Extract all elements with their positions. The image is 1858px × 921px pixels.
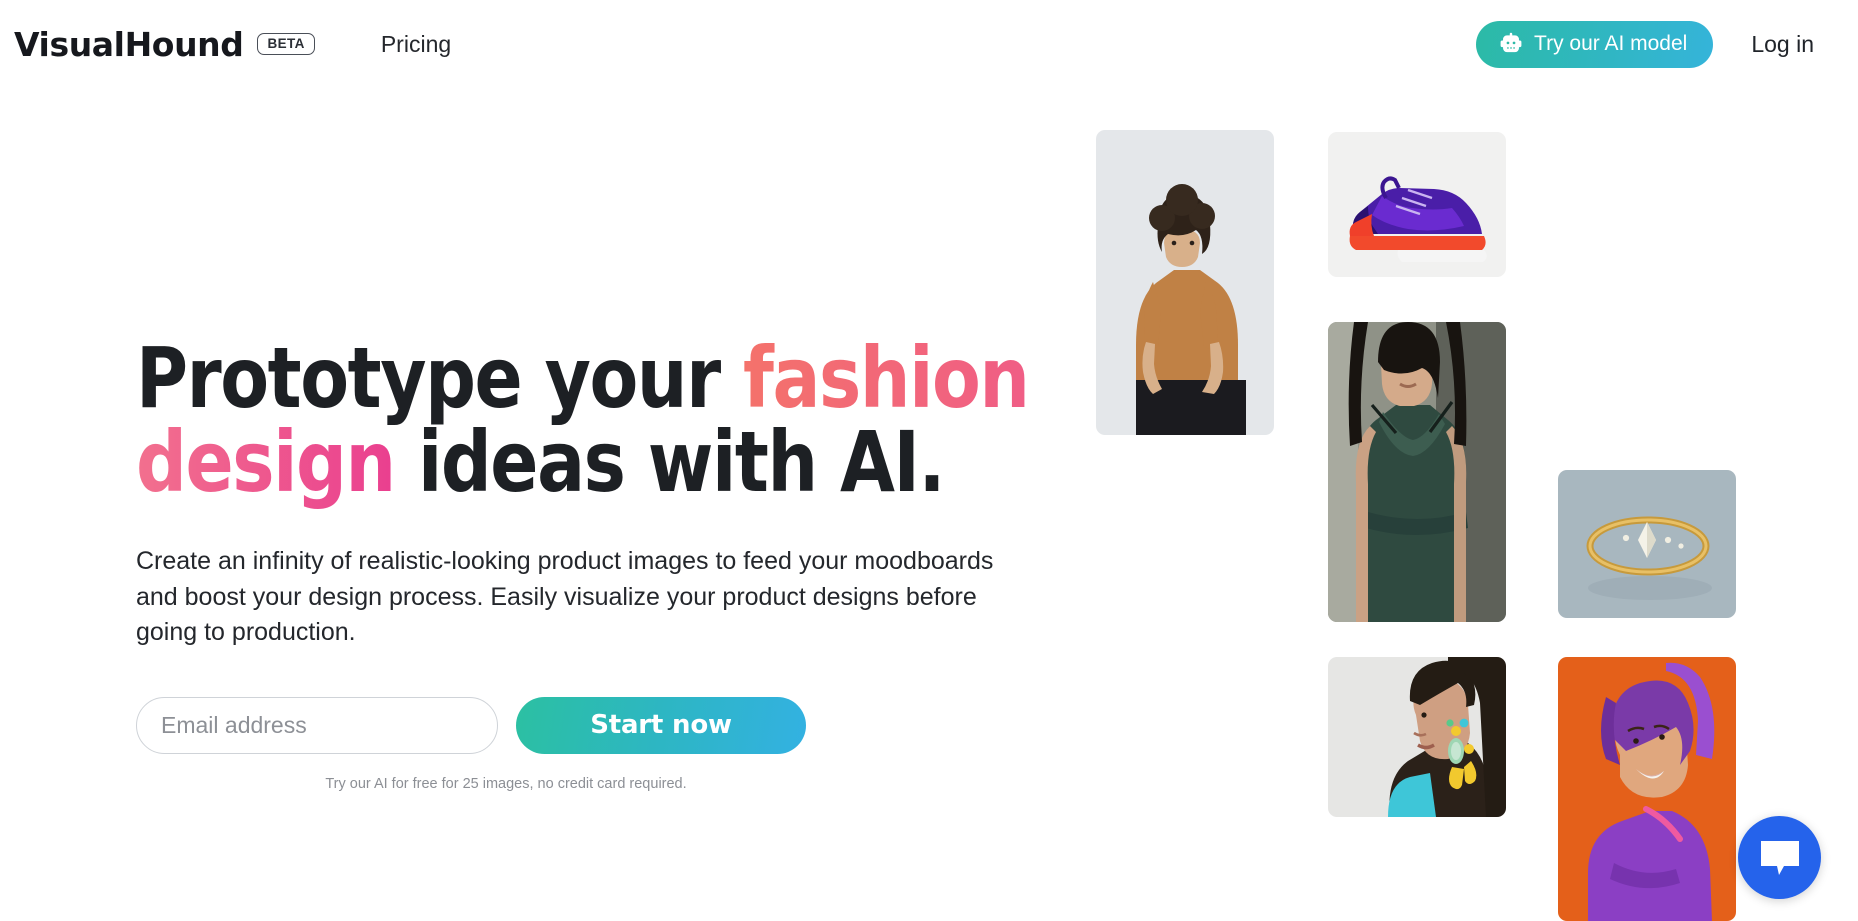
headline-accent-design: design [136, 413, 396, 511]
nav-link-pricing[interactable]: Pricing [381, 31, 451, 58]
headline-text-2: ideas with AI. [394, 413, 946, 511]
chat-widget-button[interactable] [1738, 816, 1821, 899]
page-title: Prototype your fashion design ideas with… [136, 336, 1030, 504]
collage-image-purple-red-sneaker[interactable] [1328, 132, 1506, 277]
hero-subcopy: Create an infinity of realistic-looking … [136, 547, 994, 646]
headline-line-1: Prototype your fashion [136, 336, 1030, 420]
try-ai-model-label: Try our AI model [1534, 32, 1688, 55]
collage-image-woman-with-statement-earrings[interactable] [1328, 657, 1506, 817]
landing-page: VisualHound BETA Pricing Try our AI mode… [0, 0, 1858, 921]
brand-group[interactable]: VisualHound BETA [14, 25, 315, 64]
collage-image-woman-purple-hair-orange-bg[interactable] [1558, 657, 1736, 921]
signup-fineprint: Try our AI for free for 25 images, no cr… [325, 775, 687, 792]
top-navigation-bar: VisualHound BETA Pricing Try our AI mode… [0, 0, 1858, 88]
collage-image-gold-diamond-ring[interactable] [1558, 470, 1736, 618]
try-ai-model-button[interactable]: Try our AI model [1476, 20, 1714, 68]
email-field[interactable] [136, 696, 498, 754]
login-link[interactable]: Log in [1751, 31, 1814, 58]
brand-logo[interactable]: VisualHound [14, 25, 244, 64]
headline-line-2: design ideas with AI. [136, 420, 1001, 504]
robot-icon [1498, 31, 1524, 57]
collage-image-woman-green-slip-dress[interactable] [1328, 322, 1506, 622]
hero-section: Prototype your fashion design ideas with… [136, 336, 1056, 792]
signup-form: Start now [136, 696, 1056, 754]
nav-right-group: Try our AI model Log in [1476, 20, 1814, 68]
collage-image-man-in-tan-tshirt[interactable] [1096, 130, 1274, 435]
chat-bubble-icon [1758, 838, 1802, 878]
start-now-button[interactable]: Start now [516, 696, 806, 754]
beta-badge: BETA [257, 32, 315, 56]
